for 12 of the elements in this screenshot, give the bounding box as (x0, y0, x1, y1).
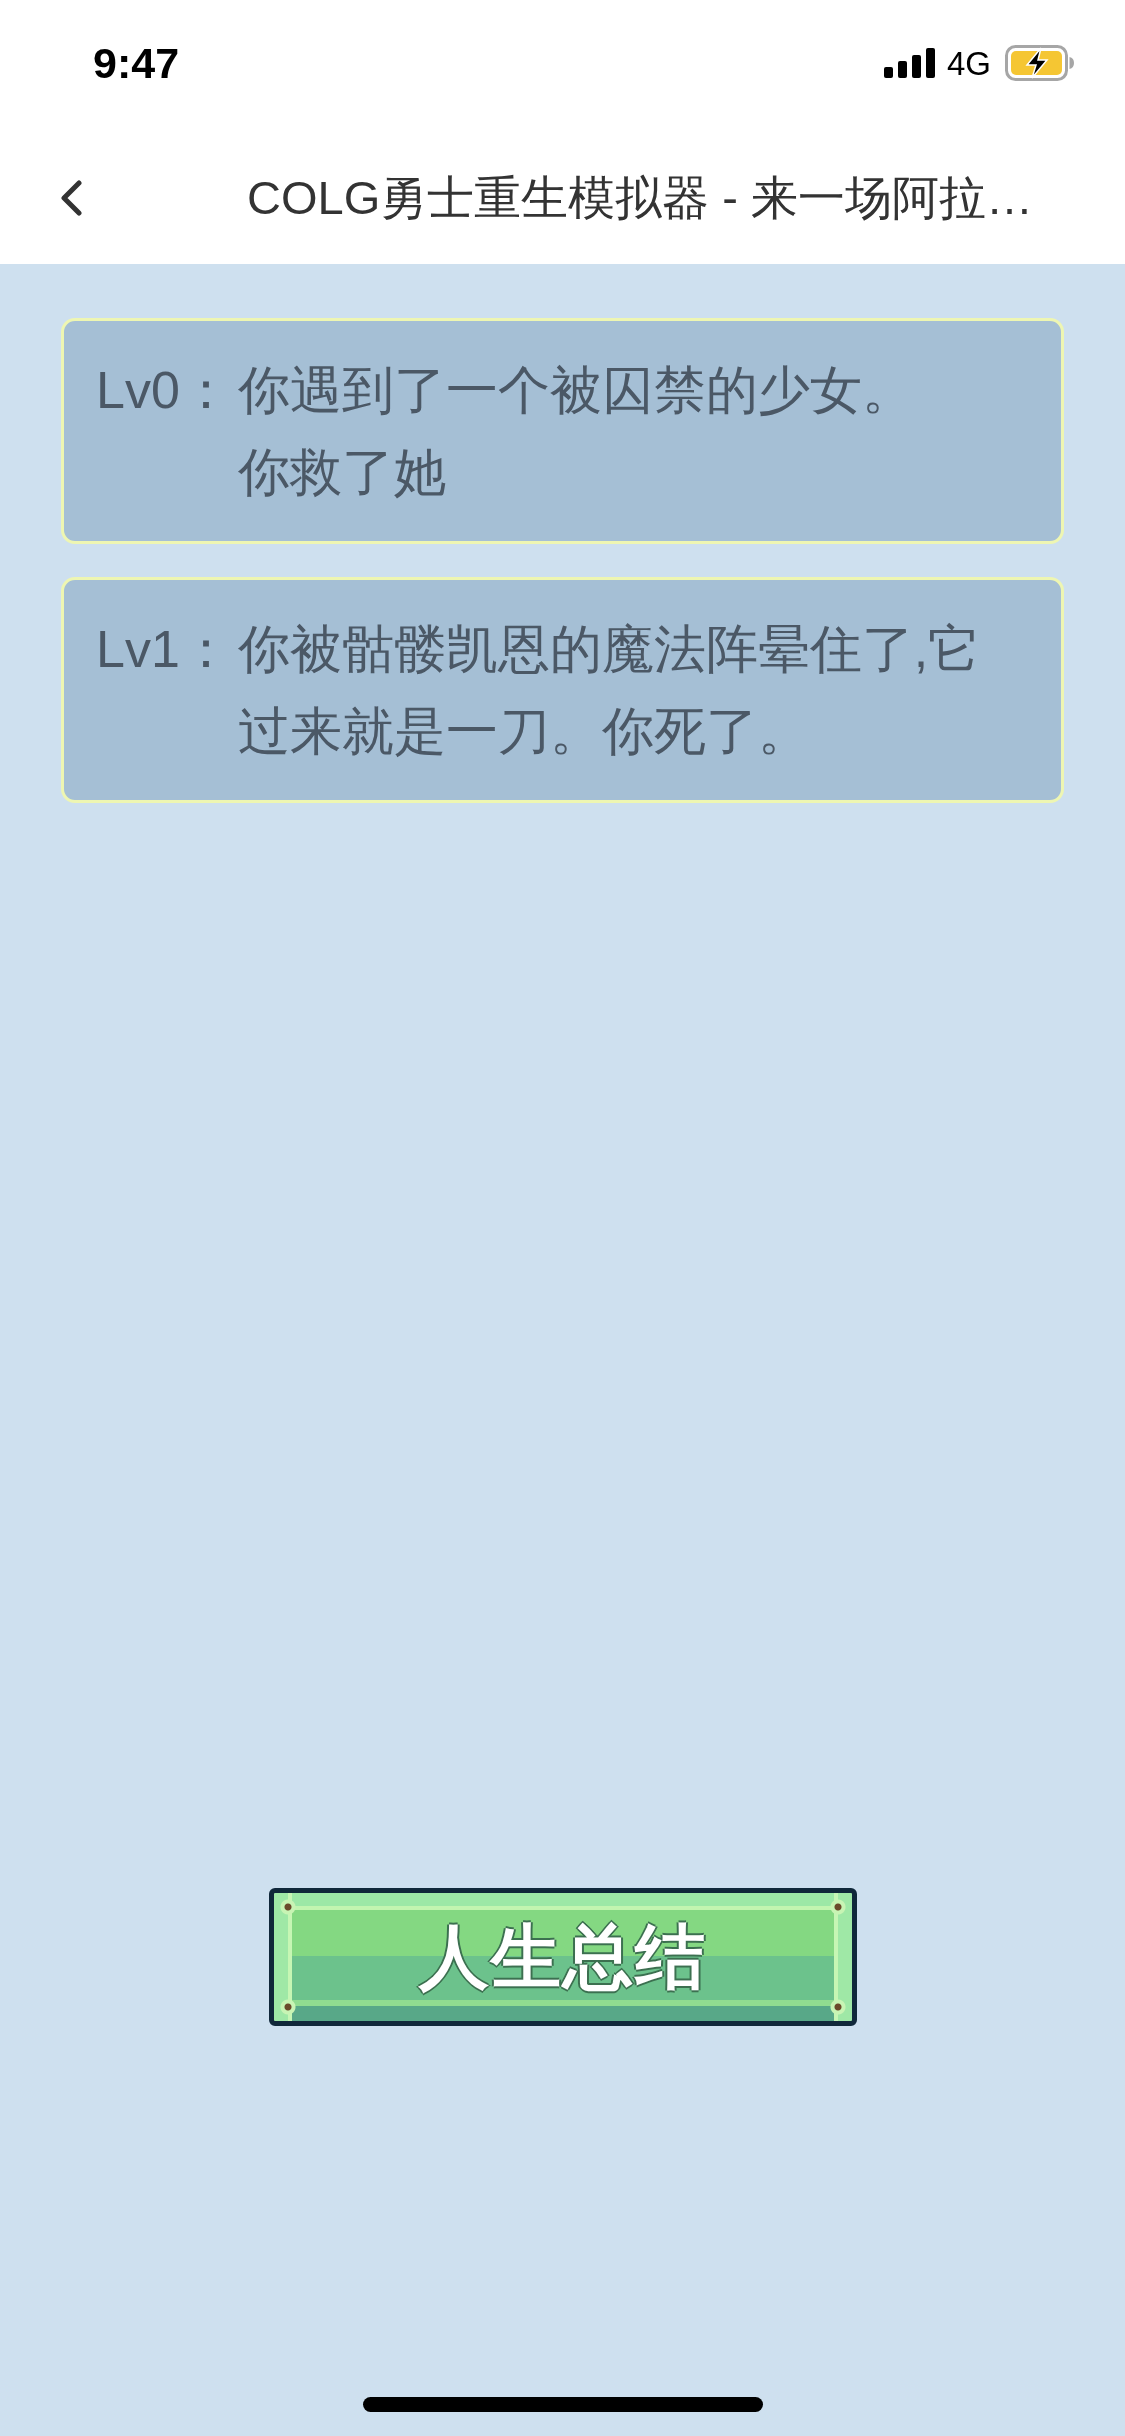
level-label: Lv1： (96, 619, 232, 680)
event-text: 你救了她 (237, 442, 446, 503)
page-title: COLG勇士重生模拟器 - 来一场阿拉… (247, 169, 1033, 226)
back-chevron-icon[interactable] (60, 180, 82, 216)
summary-button[interactable]: 人生总结 (268, 1888, 857, 2026)
battery-icon (1005, 45, 1075, 81)
status-time: 9:47 (93, 41, 180, 85)
level-label: Lv0： (96, 360, 232, 421)
event-text: 你遇到了一个被囚禁的少女。 (237, 360, 914, 421)
network-type: 4G (946, 46, 991, 80)
signal-icon (883, 48, 936, 78)
event-text: 你被骷髅凯恩的魔法阵晕住了,它过来就是一刀。你死了。 (237, 619, 982, 762)
